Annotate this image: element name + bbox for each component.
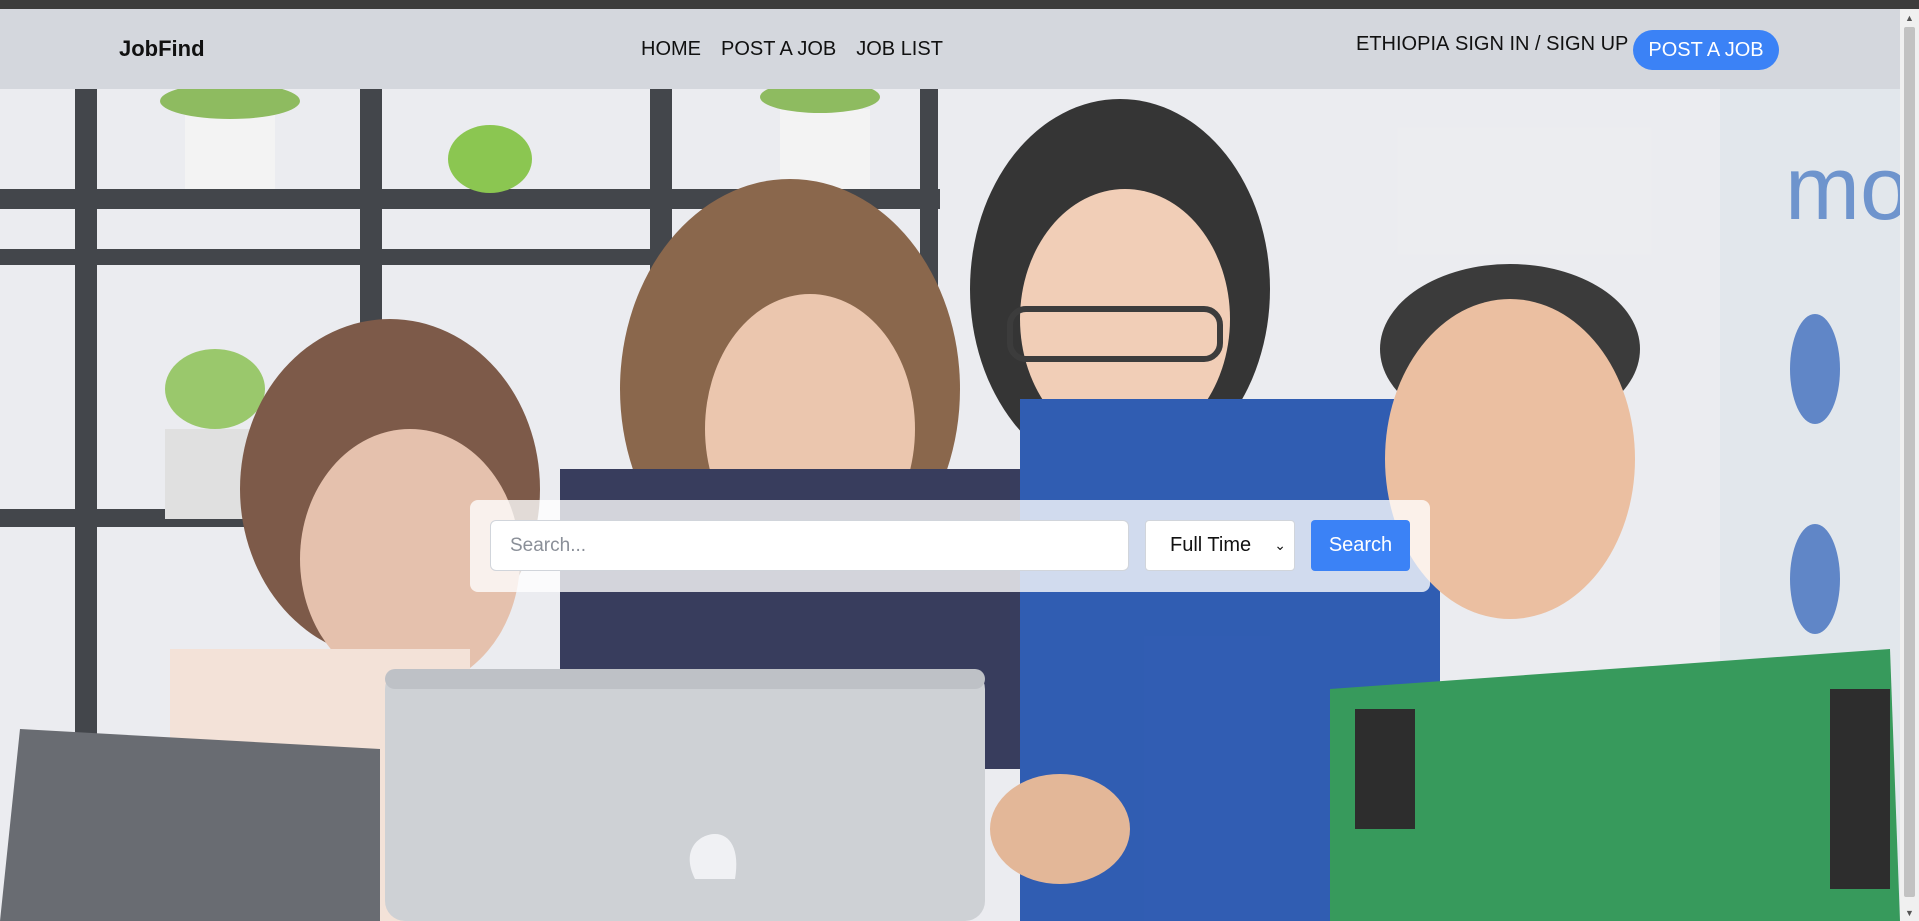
search-input[interactable] [490,520,1129,571]
nav-link-post-a-job[interactable]: POST A JOB [721,38,836,61]
search-panel: Full Time ⌄ Search [470,500,1430,592]
scroll-down-arrow-icon[interactable]: ▼ [1900,904,1919,921]
search-button[interactable]: Search [1311,520,1410,571]
browser-top-strip [0,0,1919,9]
scroll-up-arrow-icon[interactable]: ▲ [1900,9,1919,26]
page-scrollbar[interactable]: ▲ ▼ [1900,9,1919,921]
country-selector[interactable]: ETHIOPIA [1356,33,1449,56]
sign-in-sign-up-link[interactable]: SIGN IN / SIGN UP [1455,33,1628,56]
job-type-select[interactable]: Full Time ⌄ [1145,520,1295,571]
chevron-down-icon: ⌄ [1274,537,1286,553]
job-type-selected: Full Time [1170,534,1252,556]
hero-section: mo Full Time [0,89,1900,921]
nav-links: HOME POST A JOB JOB LIST [641,38,943,61]
brand-logo[interactable]: JobFind [119,36,205,62]
nav-link-home[interactable]: HOME [641,38,701,61]
navbar: JobFind HOME POST A JOB JOB LIST ETHIOPI… [0,9,1900,89]
post-a-job-button[interactable]: POST A JOB [1633,30,1779,70]
scroll-thumb[interactable] [1904,27,1915,897]
nav-link-job-list[interactable]: JOB LIST [856,38,943,61]
